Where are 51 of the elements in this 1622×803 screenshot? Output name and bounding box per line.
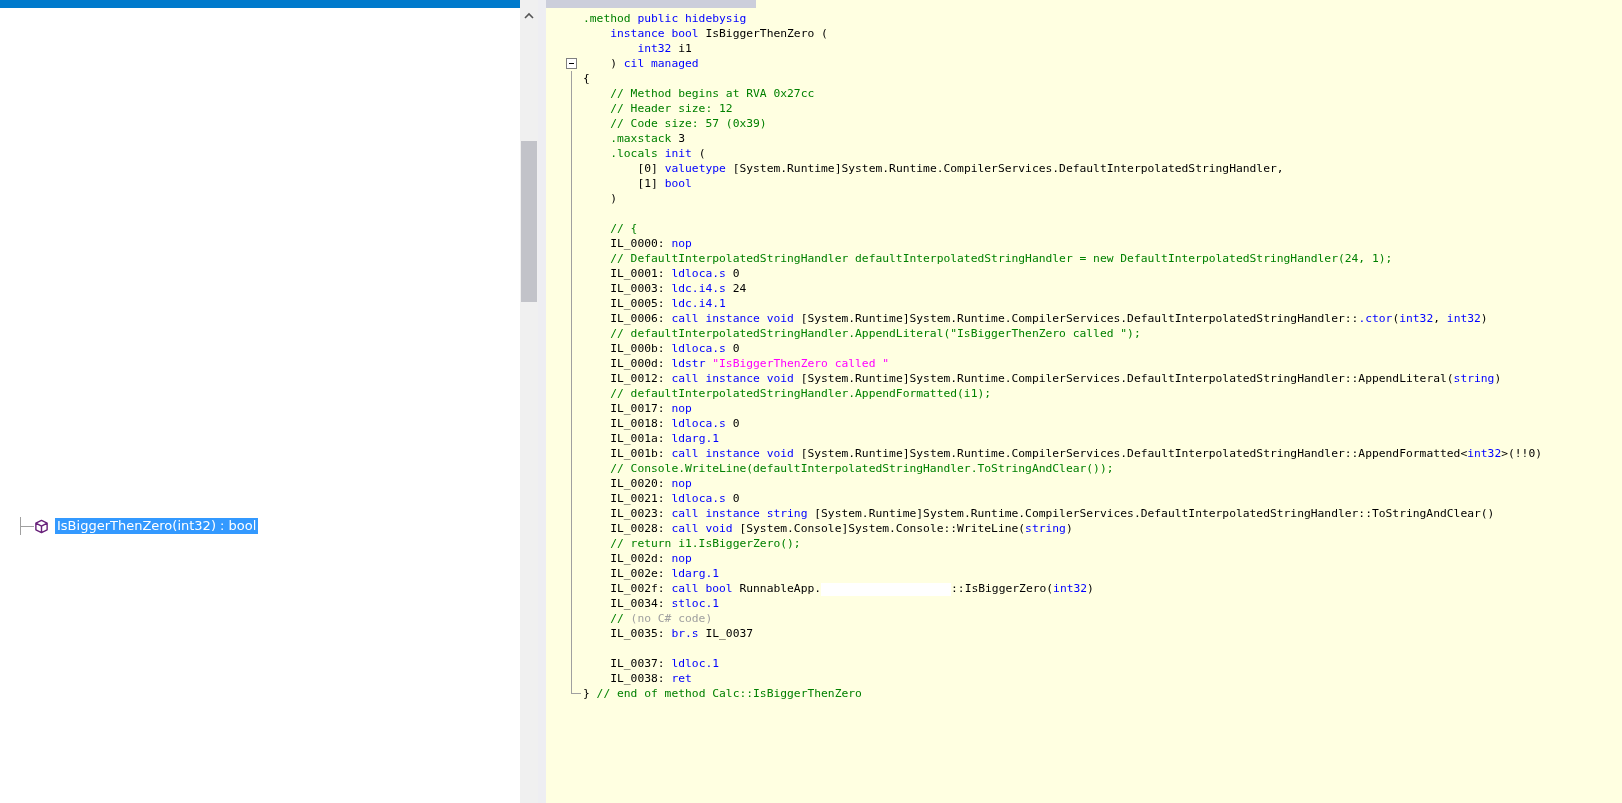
code-line: IL_0023: call instance string [System.Runtime]System.Runtime.CompilerServices.DefaultInterpolatedStringHandler::ToStringAndClear() (609, 506, 1495, 521)
code-line: // (no C# code) (609, 611, 713, 626)
code-line: // { (609, 221, 638, 236)
code-line: { (583, 71, 590, 86)
code-line: // return i1.IsBiggerZero(); (609, 536, 801, 551)
cube-icon (34, 518, 49, 534)
tree-item[interactable]: IsBiggerThenZero(int32) : bool (55, 518, 259, 534)
code-line: IL_0018: ldloca.s 0 (609, 416, 740, 431)
code-line: IL_0000: nop (609, 236, 692, 251)
code-line: int32 i1 (636, 41, 692, 56)
code-line: IL_0006: call instance void [System.Runtime]System.Runtime.CompilerServices.DefaultInterpolatedStringHandler::.ctor(int32, int32) (609, 311, 1488, 326)
document-tab[interactable] (546, 0, 756, 8)
code-line: IL_001a: ldarg.1 (609, 431, 720, 446)
code-line: // Code size: 57 (0x39) (609, 116, 767, 131)
code-line: IL_0035: br.s IL_0037 (609, 626, 754, 641)
code-line: IL_000d: ldstr "IsBiggerThenZero called " (609, 356, 890, 371)
code-line: IL_0005: ldc.i4.1 (609, 296, 726, 311)
code-line: IL_001b: call instance void [System.Runtime]System.Runtime.CompilerServices.DefaultInterpolatedStringHandler::AppendFormatted<int32>(!!0) (609, 446, 1543, 461)
scrollbar-thumb[interactable] (521, 141, 537, 302)
code-line: IL_0020: nop (609, 476, 692, 491)
code-line: // defaultInterpolatedStringHandler.AppendFormatted(i1); (609, 386, 992, 401)
code-line: ) cil managed (609, 56, 699, 71)
code-line: // Header size: 12 (609, 101, 733, 116)
code-line: // defaultInterpolatedStringHandler.AppendLiteral("IsBiggerThenZero called "); (609, 326, 1141, 341)
code-line: // Console.WriteLine(defaultInterpolatedStringHandler.ToStringAndClear()); (609, 461, 1114, 476)
code-line: IL_0037: ldloc.1 (609, 656, 720, 671)
code-line: IL_0038: ret (609, 671, 692, 686)
code-line: IL_0021: ldloca.s 0 (609, 491, 740, 506)
code-line: ) (609, 191, 617, 206)
code-line: IL_0012: call instance void [System.Runtime]System.Runtime.CompilerServices.DefaultInterpolatedStringHandler::AppendLiteral(string) (609, 371, 1502, 386)
code-line: IL_002e: ldarg.1 (609, 566, 720, 581)
code-line: // DefaultInterpolatedStringHandler defaultInterpolatedStringHandler = new DefaultInterpolatedStringHandler(24, 1); (609, 251, 1393, 266)
code-line: IL_0034: stloc.1 (609, 596, 720, 611)
collapse-icon[interactable] (566, 58, 577, 69)
code-line: // Method begins at RVA 0x27cc (609, 86, 815, 101)
code-line: IL_0003: ldc.i4.s 24 (609, 281, 747, 296)
code-line: IL_002d: nop (609, 551, 692, 566)
code-line: IL_0028: call void [System.Console]System.Console::WriteLine(string) (609, 521, 1073, 536)
code-line: IL_0017: nop (609, 401, 692, 416)
code-line: instance bool IsBiggerThenZero ( (609, 26, 828, 41)
code-line: IL_002f: call bool RunnableApp. ::IsBiggerZero(int32) (609, 581, 1094, 596)
code-line: [0] valuetype [System.Runtime]System.Runtime.CompilerServices.DefaultInterpolatedStringHandler, (636, 161, 1284, 176)
code-line: } // end of method Calc::IsBiggerThenZero (583, 686, 862, 701)
chevron-up-icon[interactable] (524, 12, 534, 19)
scrollbar[interactable] (520, 0, 538, 803)
code-line: IL_0001: ldloca.s 0 (609, 266, 740, 281)
code-line: [1] bool (636, 176, 692, 191)
code-line: IL_000b: ldloca.s 0 (609, 341, 740, 356)
code-line: .maxstack 3 (609, 131, 686, 146)
code-line: .locals init ( (609, 146, 706, 161)
code-line: .method public hidebysig (583, 11, 747, 26)
